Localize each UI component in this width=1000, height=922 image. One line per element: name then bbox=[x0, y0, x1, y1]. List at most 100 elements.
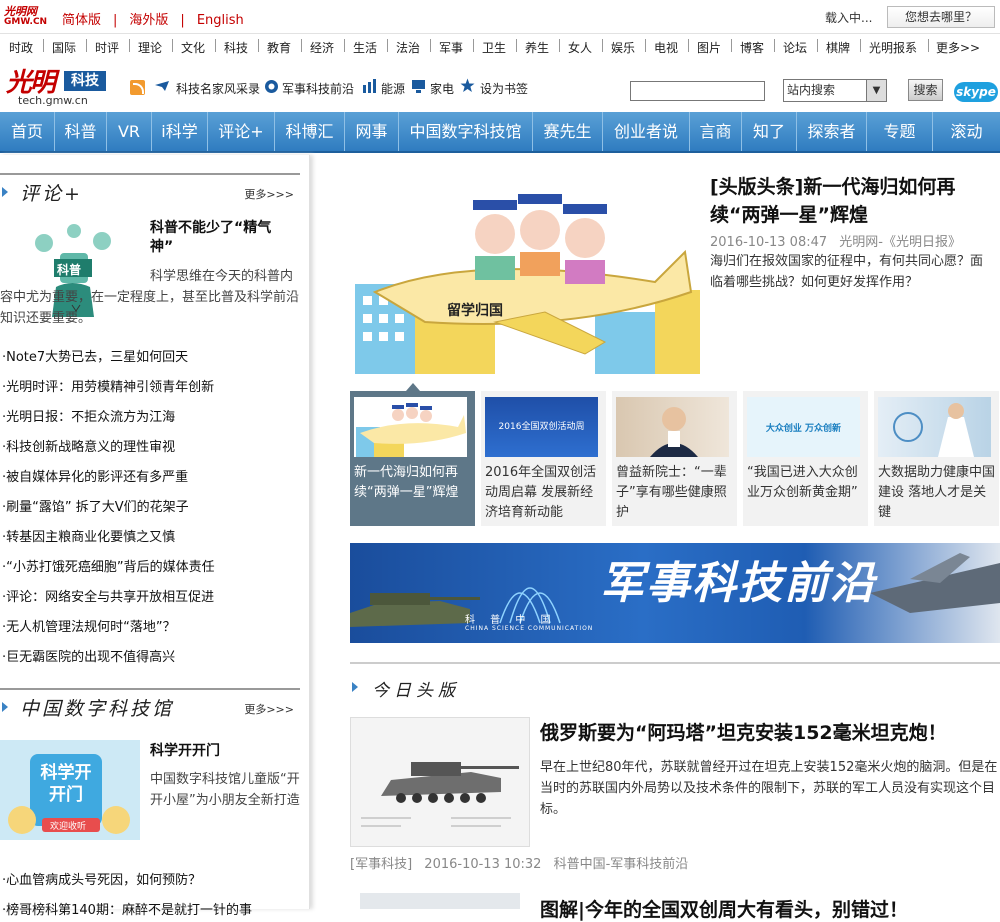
feature-title[interactable]: 科学开开门 bbox=[150, 742, 290, 761]
banner-title: 军事科技前沿 bbox=[600, 558, 876, 609]
link-english[interactable]: English bbox=[197, 13, 244, 28]
nav-item[interactable]: i科学 bbox=[152, 112, 208, 151]
channel-link[interactable]: 文化 bbox=[181, 39, 205, 56]
channel-link[interactable]: 论坛 bbox=[783, 39, 807, 56]
article-tag[interactable]: [军事科技] bbox=[350, 857, 412, 872]
feature-summary: 科学思维在今天的科普内容中尤为重要，在一定程度上，甚至比普及科学前沿知识还要重要… bbox=[0, 269, 300, 326]
link-overseas[interactable]: 海外版 bbox=[129, 9, 168, 28]
thumbnail-caption: 2016年全国双创活动周启幕 发展新经济培育新动能 bbox=[485, 465, 597, 520]
article-source[interactable]: 科普中国-军事科技前沿 bbox=[554, 857, 689, 872]
channel-link[interactable]: 图片 bbox=[697, 39, 721, 56]
search-button[interactable]: 搜索 bbox=[908, 79, 943, 101]
channel-link[interactable]: 理论 bbox=[138, 39, 162, 56]
list-item[interactable]: ·光明时评：用劳模精神引领青年创新 bbox=[2, 376, 214, 395]
nav-item[interactable]: 知了 bbox=[742, 112, 797, 151]
where-to-go-button[interactable]: 您想去哪里？ bbox=[887, 6, 995, 28]
channel-nav: 时政 国际 时评 理论 文化 科技 教育 经济 生活 法治 军事 卫生 养生 女… bbox=[0, 34, 1000, 58]
channel-link[interactable]: 法治 bbox=[396, 39, 420, 56]
thumbnail-item[interactable]: 大数据助力健康中国建设 落地人才是关键 bbox=[874, 391, 999, 526]
more-link[interactable]: 更多>>> bbox=[244, 701, 294, 717]
channel-link[interactable]: 时政 bbox=[9, 39, 33, 56]
nav-item[interactable]: 科博汇 bbox=[275, 112, 345, 151]
site-logo[interactable]: 光明 科技 tech.gmw.cn bbox=[6, 62, 106, 108]
list-item[interactable]: ·刷量“露馅” 拆了大V们的花架子 bbox=[2, 496, 189, 515]
link-simplified[interactable]: 简体版 bbox=[62, 9, 101, 28]
list-item[interactable]: ·被自媒体异化的影评还有多严重 bbox=[2, 466, 188, 485]
channel-link[interactable]: 电视 bbox=[654, 39, 678, 56]
nav-item[interactable]: 科普 bbox=[55, 112, 107, 151]
channel-link[interactable]: 时评 bbox=[95, 39, 119, 56]
nav-item[interactable]: 滚动 bbox=[933, 112, 1000, 151]
nav-item[interactable]: 创业者说 bbox=[603, 112, 690, 151]
list-item[interactable]: ·心血管病成头号死因，如何预防？ bbox=[2, 869, 201, 888]
chevron-down-icon: ▼ bbox=[866, 80, 886, 101]
list-item[interactable]: ·评论：网络安全与共享开放相互促进 bbox=[2, 586, 214, 605]
channel-link[interactable]: 棋牌 bbox=[826, 39, 850, 56]
hero-title[interactable]: [头版头条]新一代海归如何再续“两弹一星”辉煌 bbox=[710, 173, 995, 229]
nav-item[interactable]: 赛先生 bbox=[533, 112, 603, 151]
search-input[interactable] bbox=[630, 81, 765, 101]
banner-brand: 科 普 中 国 bbox=[465, 615, 557, 626]
thumbnail-item[interactable]: 2016全国双创活动周 2016年全国双创活动周启幕 发展新经济培育新动能 bbox=[481, 391, 606, 526]
channel-link[interactable]: 养生 bbox=[525, 39, 549, 56]
hero-source[interactable]: 光明网-《光明日报》 bbox=[839, 235, 961, 250]
article-image[interactable] bbox=[360, 893, 520, 909]
channel-link[interactable]: 科技 bbox=[224, 39, 248, 56]
header-link-bookmark[interactable]: 设为书签 bbox=[480, 80, 528, 97]
nav-item[interactable]: 探索者 bbox=[797, 112, 867, 151]
channel-link[interactable]: 博客 bbox=[740, 39, 764, 56]
list-item[interactable]: ·巨无霸医院的出现不值得高兴 bbox=[2, 646, 175, 665]
nav-item[interactable]: 评论+ bbox=[208, 112, 275, 151]
section-header-today: 今日头版 bbox=[350, 662, 1000, 702]
header-link-appliance[interactable]: 家电 bbox=[430, 80, 454, 97]
list-item[interactable]: ·科技创新战略意义的理性审视 bbox=[2, 436, 175, 455]
thumbnail-item[interactable]: 新一代海归如何再续“两弹一星”辉煌 bbox=[350, 383, 475, 526]
channel-link[interactable]: 娱乐 bbox=[611, 39, 635, 56]
thumbnail-item[interactable]: 曾益新院士：“一辈子”享有哪些健康照护 bbox=[612, 391, 737, 526]
feature-title[interactable]: 科普不能少了“精气神” bbox=[150, 219, 290, 257]
feature-image[interactable]: 科学开开门 欢迎收听 bbox=[0, 740, 140, 840]
channel-link[interactable]: 光明报系 bbox=[869, 39, 917, 56]
article-title[interactable]: 俄罗斯要为“阿玛塔”坦克安装152毫米坦克炮！ bbox=[540, 718, 947, 745]
header-link-famous[interactable]: 科技名家风采录 bbox=[176, 80, 260, 97]
military-tech-banner[interactable]: 军事科技前沿 科 普 中 国 CHINA SCIENCE COMMUNICATI… bbox=[350, 543, 1000, 643]
channel-link[interactable]: 教育 bbox=[267, 39, 291, 56]
rss-icon[interactable] bbox=[130, 80, 145, 95]
list-item[interactable]: ·Note7大势已去，三星如何回天 bbox=[2, 346, 188, 365]
more-link[interactable]: 更多>>> bbox=[244, 186, 294, 202]
thumbnail-image bbox=[354, 397, 467, 457]
channel-link[interactable]: 卫生 bbox=[482, 39, 506, 56]
channel-more-link[interactable]: 更多>> bbox=[936, 39, 980, 56]
header-link-energy[interactable]: 能源 bbox=[381, 80, 405, 97]
triangle-icon bbox=[2, 187, 8, 197]
nav-item[interactable]: 中国数字科技馆 bbox=[399, 112, 533, 151]
feature-image-badge: 欢迎收听 bbox=[50, 822, 87, 832]
channel-link[interactable]: 军事 bbox=[439, 39, 463, 56]
thumbnail-item[interactable]: 大众创业 万众创新 “我国已进入大众创业万众创新黄金期” bbox=[743, 391, 868, 526]
article-image[interactable] bbox=[350, 717, 530, 847]
list-item[interactable]: ·光明日报：不拒众流方为江海 bbox=[2, 406, 175, 425]
hero-image[interactable]: 留学归国 bbox=[355, 172, 700, 374]
list-item[interactable]: ·无人机管理法规何时“落地”？ bbox=[2, 616, 176, 635]
header-link-military[interactable]: 军事科技前沿 bbox=[282, 80, 354, 97]
thumbnail-image-text: 大众创业 万众创新 bbox=[765, 424, 842, 434]
monitor-icon bbox=[411, 79, 426, 97]
channel-link[interactable]: 经济 bbox=[310, 39, 334, 56]
nav-item[interactable]: VR bbox=[107, 112, 152, 151]
hero-image-label: 留学归国 bbox=[447, 303, 503, 319]
skype-button[interactable]: skype bbox=[954, 82, 998, 102]
nav-item[interactable]: 首页 bbox=[0, 112, 55, 151]
channel-link[interactable]: 国际 bbox=[52, 39, 76, 56]
channel-link[interactable]: 生活 bbox=[353, 39, 377, 56]
nav-item[interactable]: 网事 bbox=[345, 112, 399, 151]
banner-brand-en: CHINA SCIENCE COMMUNICATION bbox=[465, 625, 594, 632]
list-item[interactable]: ·转基因主粮商业化要慎之又慎 bbox=[2, 526, 175, 545]
nav-item[interactable]: 专题 bbox=[867, 112, 933, 151]
list-item[interactable]: ·“小苏打饿死癌细胞”背后的媒体责任 bbox=[2, 556, 215, 575]
gmw-logo[interactable]: 光明网 GMW.CN bbox=[4, 6, 50, 27]
article-summary: 早在上世纪80年代，苏联就曾经开过在坦克上安装152毫米火炮的脑洞。但是在当时的… bbox=[540, 760, 998, 817]
nav-item[interactable]: 言商 bbox=[690, 112, 742, 151]
search-scope-select[interactable]: 站内搜索 ▼ bbox=[783, 79, 887, 102]
channel-link[interactable]: 女人 bbox=[568, 39, 592, 56]
feature-image-text: 科学开开门 bbox=[40, 763, 92, 805]
